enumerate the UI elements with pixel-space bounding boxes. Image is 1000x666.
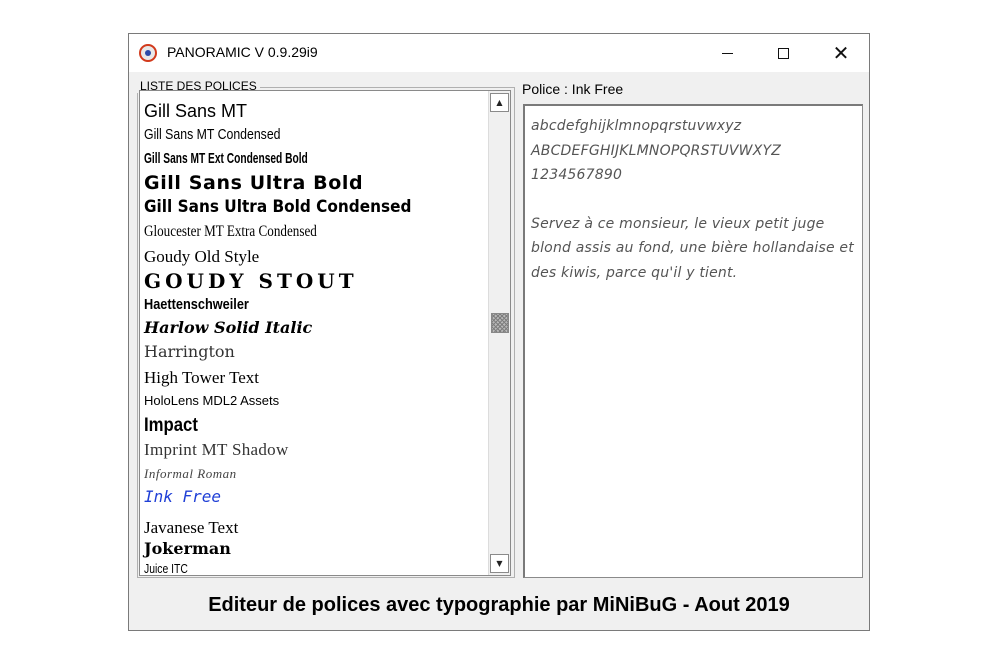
font-list-item[interactable]: GOUDY STOUT [144, 271, 358, 291]
window-title: PANORAMIC V 0.9.29i9 [167, 44, 318, 60]
font-listbox[interactable]: Gill Sans MT Gill Sans MT Condensed Gill… [139, 90, 511, 576]
preview-label: Police : Ink Free [522, 81, 624, 97]
close-icon: ✕ [832, 41, 850, 65]
font-list-item[interactable]: Goudy Old Style [144, 248, 259, 265]
font-list-item[interactable]: Informal Roman [144, 467, 237, 480]
scroll-thumb[interactable] [491, 313, 509, 333]
font-list-item-selected[interactable]: Ink Free [144, 489, 221, 505]
maximize-button[interactable] [755, 34, 811, 72]
font-list-item[interactable]: Harlow Solid Italic [144, 320, 312, 336]
preview-uppercase: ABCDEFGHIJKLMNOPQRSTUVWXYZ [531, 142, 782, 159]
panoramic-app-icon [139, 44, 157, 62]
font-list-item[interactable]: Gloucester MT Extra Condensed [144, 224, 317, 240]
minimize-button[interactable] [699, 34, 755, 72]
font-list-item[interactable]: High Tower Text [144, 369, 259, 386]
font-list-item[interactable]: Haettenschweiler [144, 297, 249, 312]
scroll-up-button[interactable]: ▲ [490, 93, 509, 112]
close-button[interactable]: ✕ [813, 34, 869, 72]
arrow-up-icon: ▲ [496, 98, 503, 107]
font-list-item[interactable]: Harrington [144, 344, 235, 360]
app-window: PANORAMIC V 0.9.29i9 ✕ LISTE DES POLICES… [128, 33, 870, 631]
maximize-icon [777, 47, 789, 59]
footer-caption: Editeur de polices avec typographie par … [208, 594, 790, 616]
font-list-item[interactable]: Gill Sans MT Condensed [144, 127, 281, 142]
minimize-icon [721, 52, 733, 54]
font-list-item[interactable]: Gill Sans MT [144, 102, 247, 120]
font-list-scrollbar[interactable]: ▲ ▼ [488, 91, 510, 575]
font-list[interactable]: Gill Sans MT Gill Sans MT Condensed Gill… [140, 91, 488, 575]
font-list-item[interactable]: Juice ITC [144, 562, 188, 575]
font-list-item[interactable]: Gill Sans Ultra Bold [144, 174, 363, 193]
font-list-item[interactable]: Gill Sans Ultra Bold Condensed [144, 199, 411, 216]
arrow-down-icon: ▼ [496, 559, 503, 568]
preview-sentence: Servez à ce monsieur, le vieux petit jug… [531, 215, 854, 281]
font-list-item[interactable]: Jokerman [144, 541, 231, 557]
font-preview-box[interactable]: abcdefghijklmnopqrstuvwxyz ABCDEFGHIJKLM… [523, 104, 863, 578]
preview-lowercase: abcdefghijklmnopqrstuvwxyz [531, 118, 742, 134]
scroll-down-button[interactable]: ▼ [490, 554, 509, 573]
font-list-item[interactable]: Impact [144, 416, 198, 435]
title-bar[interactable]: PANORAMIC V 0.9.29i9 ✕ [129, 34, 869, 72]
preview-digits: 1234567890 [531, 167, 623, 183]
font-list-item[interactable]: HoloLens MDL2 Assets [144, 394, 279, 407]
font-list-item[interactable]: Gill Sans MT Ext Condensed Bold [144, 151, 308, 166]
font-list-item[interactable]: Imprint MT Shadow [144, 441, 289, 458]
font-list-item[interactable]: Javanese Text [144, 519, 238, 536]
